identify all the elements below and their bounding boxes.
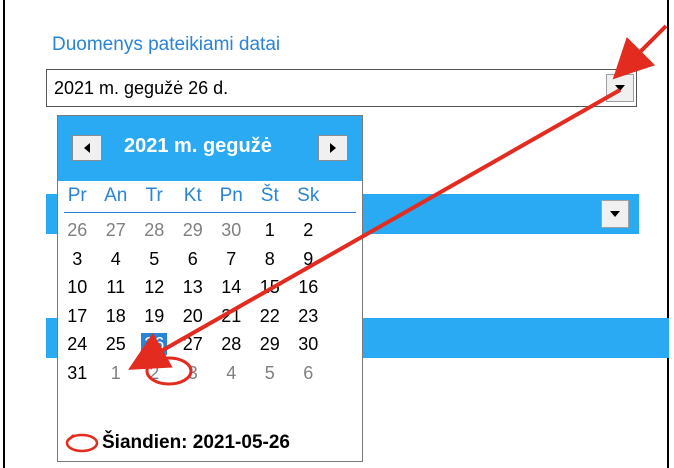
day-cell[interactable]: 24 (58, 330, 97, 359)
today-label: Šiandien: 2021-05-26 (102, 432, 290, 453)
day-cell[interactable]: 10 (58, 273, 97, 302)
day-cell[interactable]: 23 (289, 302, 328, 331)
week-row: 24 25 26 27 28 29 30 (58, 330, 362, 359)
today-link[interactable]: Šiandien: 2021-05-26 (58, 429, 362, 459)
day-cell[interactable]: 20 (174, 302, 213, 331)
day-cell[interactable]: 1 (97, 359, 136, 388)
day-cell[interactable]: 29 (251, 330, 290, 359)
day-cell[interactable]: 19 (135, 302, 174, 331)
week-row: 26 27 28 29 30 1 2 (58, 216, 362, 245)
day-cell[interactable]: 25 (97, 330, 136, 359)
day-cell[interactable]: 6 (174, 245, 213, 274)
day-cell[interactable]: 2 (135, 359, 174, 388)
week-row: 10 11 12 13 14 15 16 (58, 273, 362, 302)
day-cell[interactable]: 11 (97, 273, 136, 302)
day-cell[interactable]: 28 (212, 330, 251, 359)
day-cell[interactable]: 18 (97, 302, 136, 331)
section-label: Duomenys pateikiami datai (52, 34, 281, 55)
day-cell[interactable]: 29 (174, 216, 213, 245)
weekday-label: Št (260, 185, 279, 206)
day-cell[interactable]: 5 (251, 359, 290, 388)
chevron-down-icon (610, 211, 620, 217)
day-cell[interactable]: 30 (289, 330, 328, 359)
day-cell[interactable]: 5 (135, 245, 174, 274)
chevron-down-icon (615, 85, 625, 91)
day-cell[interactable]: 2 (289, 216, 328, 245)
arrow-left-icon (84, 143, 90, 153)
selected-day-label: 26 (141, 333, 168, 355)
weekday-divider (64, 212, 356, 213)
day-cell[interactable]: 27 (174, 330, 213, 359)
day-cell[interactable]: 8 (251, 245, 290, 274)
day-cell[interactable]: 6 (289, 359, 328, 388)
day-cell[interactable]: 22 (251, 302, 290, 331)
weekday-label: Sk (297, 185, 320, 206)
day-cell[interactable]: 14 (212, 273, 251, 302)
second-dropdown-button[interactable] (601, 200, 629, 228)
day-cell[interactable]: 13 (174, 273, 213, 302)
weekday-header: Pr An Tr Kt Pn Št Sk (58, 181, 362, 211)
weekday-label: Kt (183, 185, 202, 206)
day-grid: 26 27 28 29 30 1 2 3 4 5 6 7 8 9 10 11 1… (58, 216, 362, 387)
day-cell[interactable]: 31 (58, 359, 97, 388)
day-cell[interactable]: 3 (58, 245, 97, 274)
day-cell[interactable]: 15 (251, 273, 290, 302)
calendar-header: 2021 m. gegužė (58, 116, 362, 181)
day-cell[interactable]: 21 (212, 302, 251, 331)
weekday-label: An (104, 185, 128, 206)
day-cell[interactable]: 3 (174, 359, 213, 388)
weekday-label: Pr (67, 185, 87, 206)
day-cell[interactable]: 27 (97, 216, 136, 245)
day-cell[interactable]: 9 (289, 245, 328, 274)
day-cell[interactable]: 12 (135, 273, 174, 302)
month-title[interactable]: 2021 m. gegužė (124, 135, 272, 158)
day-cell[interactable]: 1 (251, 216, 290, 245)
date-value: 2021 m. gegužė 26 d. (54, 78, 229, 98)
day-cell[interactable]: 7 (212, 245, 251, 274)
date-picker-combo[interactable]: 2021 m. gegužė 26 d. (46, 69, 637, 107)
arrow-right-icon (330, 143, 336, 153)
today-circle-icon (65, 433, 99, 453)
week-row: 3 4 5 6 7 8 9 (58, 245, 362, 274)
weekday-label: Pn (219, 185, 243, 206)
day-cell[interactable]: 26 (58, 216, 97, 245)
day-cell[interactable]: 4 (97, 245, 136, 274)
week-row: 31 1 2 3 4 5 6 (58, 359, 362, 388)
day-cell[interactable]: 28 (135, 216, 174, 245)
date-dropdown-button[interactable] (606, 74, 634, 102)
prev-month-button[interactable] (72, 135, 102, 161)
weekday-label: Tr (145, 185, 163, 206)
selected-day-cell[interactable]: 26 (135, 330, 174, 359)
day-cell[interactable]: 30 (212, 216, 251, 245)
next-month-button[interactable] (318, 135, 348, 161)
day-cell[interactable]: 4 (212, 359, 251, 388)
day-cell[interactable]: 16 (289, 273, 328, 302)
week-row: 17 18 19 20 21 22 23 (58, 302, 362, 331)
day-cell[interactable]: 17 (58, 302, 97, 331)
calendar-popup: 2021 m. gegužė Pr An Tr Kt Pn Št Sk 26 2… (57, 115, 363, 462)
